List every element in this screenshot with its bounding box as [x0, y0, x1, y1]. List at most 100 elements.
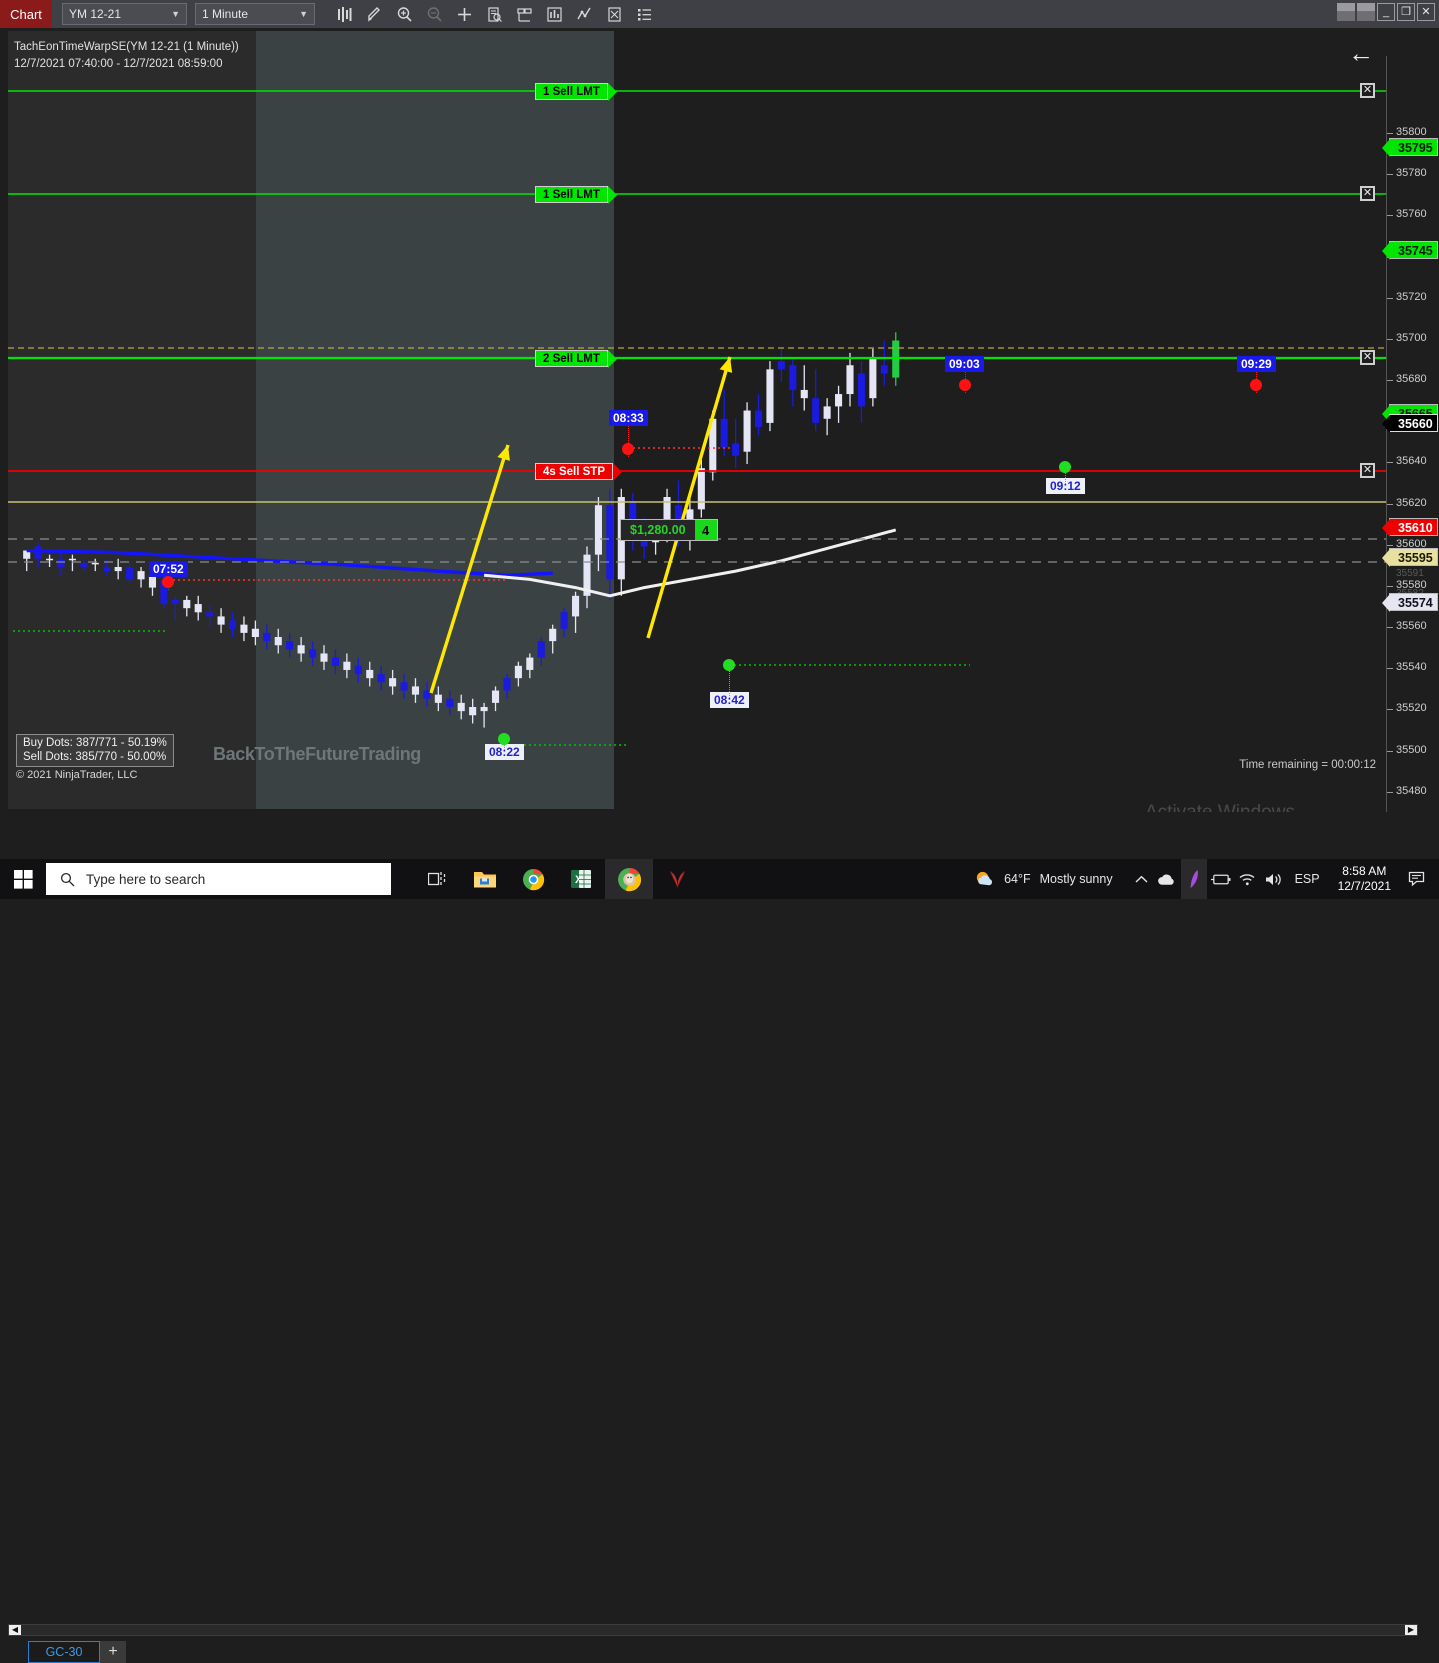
- candle-body: [457, 702, 465, 712]
- horizontal-scrollbar[interactable]: ◀ ▶: [8, 1624, 1418, 1636]
- price-tag-last-black[interactable]: 35660: [1382, 414, 1438, 433]
- candle-body: [537, 641, 545, 658]
- clock-time: 8:58 AM: [1342, 864, 1387, 878]
- price-tag-avg-yellow[interactable]: 35595: [1382, 548, 1438, 567]
- cancel-order-button[interactable]: ✕: [1360, 186, 1375, 201]
- chart-header: TachEonTimeWarpSE(YM 12-21 (1 Minute)) 1…: [14, 39, 239, 73]
- chrome-icon[interactable]: [509, 859, 557, 899]
- candle-body: [251, 628, 259, 637]
- price-tag-arrow: [1382, 415, 1390, 433]
- order-tag-sell-limit[interactable]: 2 Sell LMT: [535, 350, 617, 368]
- cancel-order-button[interactable]: ✕: [1360, 463, 1375, 478]
- candle-body: [343, 661, 351, 670]
- candle-body: [732, 443, 740, 456]
- search-input[interactable]: Type here to search: [46, 863, 391, 895]
- chart-tab-button[interactable]: Chart: [0, 0, 52, 28]
- chart-plot-area[interactable]: TachEonTimeWarpSE(YM 12-21 (1 Minute)) 1…: [8, 31, 1386, 809]
- battery-icon[interactable]: [1207, 873, 1235, 886]
- price-tick: 35540: [1387, 661, 1427, 673]
- data-series-icon[interactable]: [481, 1, 507, 27]
- candle-body: [411, 686, 420, 695]
- close-button[interactable]: ✕: [1417, 3, 1435, 21]
- cancel-order-button[interactable]: ✕: [1360, 83, 1375, 98]
- chrome-active-icon[interactable]: [605, 859, 653, 899]
- drawing-pencil-icon[interactable]: [361, 1, 387, 27]
- file-explorer-icon[interactable]: [461, 859, 509, 899]
- add-tab-button[interactable]: +: [100, 1641, 126, 1663]
- instrument-value: YM 12-21: [69, 7, 122, 21]
- restore-group-button[interactable]: [1357, 3, 1375, 21]
- ninjatrader-icon[interactable]: [653, 859, 701, 899]
- dot-stats-box: Buy Dots: 387/771 - 50.19% Sell Dots: 38…: [16, 734, 174, 767]
- price-tag-order-green[interactable]: 35745: [1382, 241, 1438, 260]
- price-tag-stop-red[interactable]: 35610: [1382, 518, 1438, 537]
- weather-widget[interactable]: 64°F Mostly sunny: [974, 869, 1113, 890]
- candle-body: [743, 410, 751, 452]
- start-button[interactable]: [0, 859, 46, 899]
- signal-time-label: 07:52: [149, 561, 188, 577]
- signal-connector: [168, 577, 169, 590]
- crosshair-icon[interactable]: [451, 1, 477, 27]
- clock-date: 12/7/2021: [1337, 879, 1391, 893]
- order-list-icon[interactable]: [631, 1, 657, 27]
- notifications-icon[interactable]: [1401, 871, 1433, 888]
- candle-body: [46, 558, 54, 561]
- task-view-icon[interactable]: [413, 859, 461, 899]
- price-tag-bid-white[interactable]: 35574: [1382, 593, 1438, 612]
- chart-template-icon[interactable]: [511, 1, 537, 27]
- pnl-quantity: 4: [694, 520, 717, 540]
- workspace-tab-gc30[interactable]: GC-30: [28, 1641, 100, 1663]
- time-remaining-label: Time remaining = 00:00:12: [1239, 759, 1376, 771]
- price-tag-arrow: [1382, 594, 1390, 612]
- candle-body: [572, 595, 580, 617]
- price-axis[interactable]: F 35800357803576035740357203570035680356…: [1382, 56, 1439, 840]
- price-tag-order-green[interactable]: 35795: [1382, 138, 1438, 157]
- wifi-icon[interactable]: [1235, 872, 1261, 886]
- pen-feather-icon[interactable]: [1180, 859, 1207, 899]
- taskbar-clock[interactable]: 8:58 AM 12/7/2021: [1328, 864, 1401, 894]
- price-tag-arrow: [1382, 549, 1390, 567]
- scroll-left-icon[interactable]: ◀: [9, 1625, 21, 1635]
- order-tag-sell-stop[interactable]: 4s Sell STP: [535, 463, 623, 481]
- signal-time-label: 08:33: [609, 410, 648, 426]
- cancel-order-button[interactable]: ✕: [1360, 350, 1375, 365]
- candle-body: [377, 674, 385, 683]
- candle-body: [331, 657, 339, 666]
- signal-connector: [729, 665, 730, 700]
- zoom-in-icon[interactable]: [391, 1, 417, 27]
- position-pnl-box[interactable]: $1,280.00 4: [620, 519, 718, 541]
- scroll-right-icon[interactable]: ▶: [1405, 1625, 1417, 1635]
- show-hidden-icons-chevron-up-icon[interactable]: [1129, 875, 1155, 884]
- strategies-icon[interactable]: [571, 1, 597, 27]
- candle-body: [80, 562, 88, 567]
- instrument-selector[interactable]: YM 12-21 ▼: [62, 3, 187, 25]
- chart-header-range: 12/7/2021 07:40:00 - 12/7/2021 08:59:00: [14, 58, 223, 70]
- chevron-down-icon: ▼: [299, 9, 308, 19]
- toolbar-icon-group: [327, 1, 657, 27]
- order-tag-sell-limit[interactable]: 1 Sell LMT: [535, 186, 617, 204]
- price-tick: 35680: [1387, 373, 1427, 385]
- zoom-out-icon[interactable]: [421, 1, 447, 27]
- properties-icon[interactable]: [601, 1, 627, 27]
- interval-selector[interactable]: 1 Minute ▼: [195, 3, 315, 25]
- language-indicator[interactable]: ESP: [1287, 872, 1328, 886]
- order-tag-sell-limit[interactable]: 1 Sell LMT: [535, 83, 617, 101]
- candle-body: [68, 558, 76, 561]
- candle-body: [469, 707, 477, 716]
- restore-all-button[interactable]: [1337, 3, 1355, 21]
- candle-body: [720, 418, 728, 448]
- candle-body: [480, 707, 488, 712]
- signal-connector: [1256, 372, 1257, 393]
- candle-body: [514, 665, 522, 679]
- bar-type-icon[interactable]: [331, 1, 357, 27]
- scroll-back-arrow[interactable]: ←: [1348, 40, 1374, 66]
- candle-body: [366, 669, 374, 679]
- indicators-icon[interactable]: [541, 1, 567, 27]
- interval-value: 1 Minute: [202, 7, 249, 21]
- window-controls: _ ❐ ✕: [1337, 3, 1435, 21]
- volume-icon[interactable]: [1261, 872, 1287, 887]
- maximize-button[interactable]: ❐: [1397, 3, 1415, 21]
- minimize-button[interactable]: _: [1377, 3, 1395, 21]
- onedrive-cloud-icon[interactable]: [1155, 872, 1181, 886]
- excel-icon[interactable]: X: [557, 859, 605, 899]
